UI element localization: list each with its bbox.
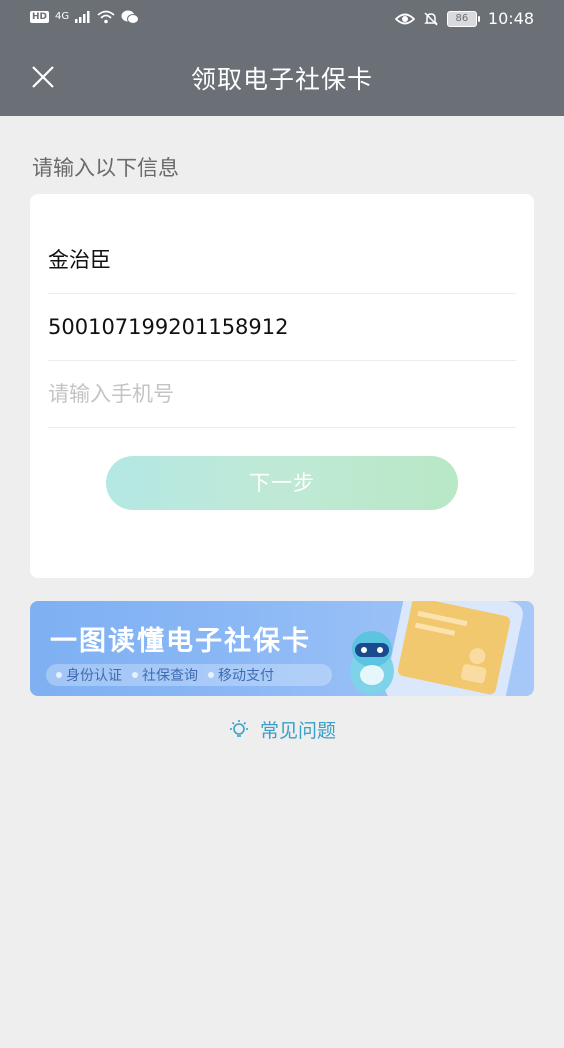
banner-tag-label: 身份认证 (66, 668, 122, 684)
mute-bell-icon (424, 11, 438, 26)
name-field[interactable]: 金治臣 (48, 227, 516, 294)
status-left: HD 4G (30, 10, 140, 24)
id-number-value: 500107199201158912 (48, 315, 289, 339)
mascot-icon (350, 631, 394, 695)
signal-icon (75, 11, 90, 23)
faq-link[interactable]: 常见问题 (0, 716, 564, 743)
tag-dot-icon (132, 672, 138, 678)
network-type: 4G (55, 11, 70, 22)
banner-tag-label: 移动支付 (218, 668, 274, 684)
phone-input[interactable] (48, 362, 516, 426)
faq-label: 常见问题 (259, 720, 336, 742)
next-step-button[interactable]: 下一步 (106, 456, 458, 510)
phone-field[interactable] (48, 361, 516, 428)
banner-tag: 社保查询 (132, 665, 198, 685)
nav-bar: 领取电子社保卡 (0, 38, 564, 116)
name-value: 金治臣 (48, 248, 111, 272)
banner-tag: 身份认证 (56, 665, 122, 685)
banner-illustration (350, 601, 523, 696)
banner-tag-label: 社保查询 (142, 668, 198, 684)
guide-banner[interactable]: 一图读懂电子社保卡 身份认证 社保查询 移动支付 (30, 601, 534, 696)
section-label: 请输入以下信息 (32, 156, 179, 180)
battery-indicator: 86 (446, 10, 480, 27)
status-bar: HD 4G 86 10:48 (0, 0, 564, 38)
page-title: 领取电子社保卡 (190, 65, 373, 94)
tag-dot-icon (56, 672, 62, 678)
status-right: 86 10:48 (394, 9, 534, 28)
tag-dot-icon (208, 672, 214, 678)
banner-title: 一图读懂电子社保卡 (50, 626, 311, 657)
banner-tag-strip: 身份认证 社保查询 移动支付 (46, 664, 332, 686)
banner-tag: 移动支付 (208, 665, 274, 685)
info-form-card: 金治臣 500107199201158912 下一步 (30, 194, 534, 578)
hd-badge: HD (30, 11, 50, 23)
id-number-field[interactable]: 500107199201158912 (48, 294, 516, 361)
wifi-icon (97, 10, 115, 24)
battery-cap (477, 15, 480, 22)
wechat-icon (121, 10, 140, 24)
clock: 10:48 (487, 9, 534, 28)
lightbulb-icon (229, 719, 248, 737)
eye-icon (394, 13, 415, 24)
battery-level: 86 (446, 10, 477, 27)
